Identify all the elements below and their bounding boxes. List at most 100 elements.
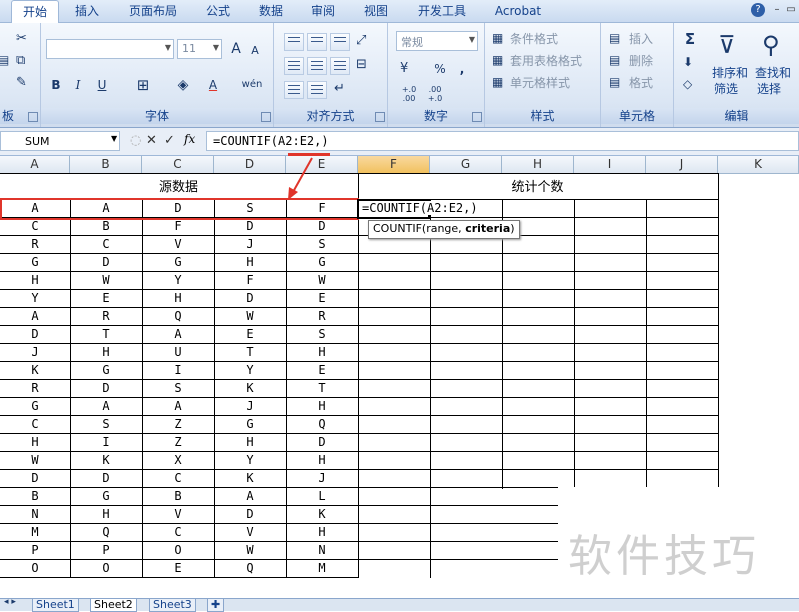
table-cell[interactable]: I bbox=[142, 361, 214, 379]
table-cell[interactable]: G bbox=[70, 487, 142, 505]
table-cell[interactable]: K bbox=[214, 379, 286, 397]
table-cell[interactable]: R bbox=[0, 235, 70, 253]
table-cell[interactable]: J bbox=[286, 469, 358, 487]
align-right-icon[interactable] bbox=[330, 57, 350, 75]
table-cell[interactable]: W bbox=[214, 541, 286, 559]
table-cell[interactable]: Y bbox=[142, 271, 214, 289]
table-cell[interactable]: E bbox=[286, 289, 358, 307]
table-cell[interactable]: Z bbox=[142, 433, 214, 451]
table-cell[interactable]: Y bbox=[0, 289, 70, 307]
decrease-indent-icon[interactable] bbox=[284, 81, 304, 99]
table-cell[interactable]: J bbox=[214, 397, 286, 415]
align-left-icon[interactable] bbox=[284, 57, 304, 75]
fill-color-icon[interactable]: ◈ bbox=[173, 75, 193, 95]
align-top-icon[interactable] bbox=[284, 33, 304, 51]
wrap-text-icon[interactable]: ↵ bbox=[334, 81, 345, 96]
table-cell[interactable]: Q bbox=[142, 307, 214, 325]
table-cell[interactable]: T bbox=[286, 379, 358, 397]
table-cell[interactable]: O bbox=[0, 559, 70, 577]
table-cell[interactable]: Q bbox=[286, 415, 358, 433]
insert-sheet-icon[interactable]: ✚ bbox=[207, 599, 225, 612]
table-cell[interactable]: U bbox=[142, 343, 214, 361]
sheet-tab-2[interactable]: Sheet2 bbox=[90, 599, 137, 612]
sort-filter-label-2[interactable]: 筛选 bbox=[714, 81, 738, 97]
table-cell[interactable]: P bbox=[0, 541, 70, 559]
increase-decimal-icon[interactable]: +.0 .00 bbox=[398, 85, 420, 103]
table-cell[interactable]: H bbox=[286, 451, 358, 469]
column-header-f[interactable]: F bbox=[358, 156, 430, 173]
name-box[interactable]: SUM bbox=[0, 131, 120, 151]
comma-button[interactable]: , bbox=[454, 59, 470, 79]
table-cell[interactable]: S bbox=[70, 415, 142, 433]
table-cell[interactable]: R bbox=[70, 307, 142, 325]
tab-insert[interactable]: 插入 bbox=[67, 0, 107, 22]
table-cell[interactable]: D bbox=[70, 379, 142, 397]
table-cell[interactable]: S bbox=[286, 235, 358, 253]
table-cell[interactable]: R bbox=[286, 307, 358, 325]
table-cell[interactable]: L bbox=[286, 487, 358, 505]
underline-button[interactable]: U bbox=[93, 75, 111, 95]
alignment-launcher-icon[interactable] bbox=[375, 112, 385, 122]
column-header-c[interactable]: C bbox=[142, 156, 214, 173]
tooltip-bold-arg[interactable]: criteria bbox=[465, 222, 510, 235]
table-cell[interactable]: H bbox=[286, 397, 358, 415]
table-cell[interactable]: A bbox=[0, 307, 70, 325]
table-cell[interactable]: H bbox=[286, 343, 358, 361]
align-bottom-icon[interactable] bbox=[330, 33, 350, 51]
table-cell[interactable]: Y bbox=[214, 451, 286, 469]
table-cell[interactable]: C bbox=[142, 523, 214, 541]
column-header-a[interactable]: A bbox=[0, 156, 70, 173]
align-center-icon[interactable] bbox=[307, 57, 327, 75]
table-cell[interactable]: S bbox=[142, 379, 214, 397]
format-as-table-button[interactable]: 套用表格格式 bbox=[510, 53, 582, 69]
table-cell[interactable]: E bbox=[214, 325, 286, 343]
table-cell[interactable]: Y bbox=[214, 361, 286, 379]
tab-review[interactable]: 审阅 bbox=[303, 0, 343, 22]
table-cell[interactable]: S bbox=[286, 325, 358, 343]
font-size-combo[interactable]: 11 ▼ bbox=[177, 39, 222, 59]
table-cell[interactable]: Q bbox=[70, 523, 142, 541]
table-cell[interactable]: Q bbox=[214, 559, 286, 577]
table-cell[interactable]: O bbox=[70, 559, 142, 577]
cell-styles-button[interactable]: 单元格样式 bbox=[510, 75, 570, 91]
table-cell[interactable]: E bbox=[286, 361, 358, 379]
column-header-i[interactable]: I bbox=[574, 156, 646, 173]
cancel-formula-button[interactable]: ✕ bbox=[146, 133, 157, 148]
table-cell[interactable]: K bbox=[286, 505, 358, 523]
currency-icon[interactable]: ¥ bbox=[400, 61, 408, 76]
table-cell[interactable]: V bbox=[214, 523, 286, 541]
table-cell[interactable]: H bbox=[0, 433, 70, 451]
find-select-label-2[interactable]: 选择 bbox=[757, 81, 781, 97]
shrink-font-button[interactable]: A bbox=[247, 41, 263, 61]
table-cell[interactable]: A bbox=[142, 397, 214, 415]
sheet-tab-1[interactable]: Sheet1 bbox=[32, 599, 79, 612]
table-cell[interactable]: A bbox=[214, 487, 286, 505]
table-cell[interactable]: H bbox=[214, 253, 286, 271]
enter-formula-button[interactable]: ✓ bbox=[164, 133, 175, 148]
table-cell[interactable]: H bbox=[0, 271, 70, 289]
table-cell[interactable]: I bbox=[70, 433, 142, 451]
table-cell[interactable]: A bbox=[70, 397, 142, 415]
table-cell[interactable]: N bbox=[0, 505, 70, 523]
paste-icon[interactable]: ▤ bbox=[0, 53, 9, 67]
format-button[interactable]: 格式 bbox=[629, 75, 653, 91]
font-launcher-icon[interactable] bbox=[261, 112, 271, 122]
fill-icon[interactable]: ⬇ bbox=[683, 55, 693, 69]
help-icon[interactable]: ? bbox=[751, 3, 765, 17]
table-cell[interactable]: C bbox=[142, 469, 214, 487]
table-cell[interactable]: B bbox=[142, 487, 214, 505]
table-cell[interactable]: K bbox=[0, 361, 70, 379]
cell-edit-text[interactable]: =COUNTIF(A2:E2,) bbox=[362, 201, 478, 215]
table-cell[interactable]: M bbox=[0, 523, 70, 541]
table-cell[interactable]: G bbox=[70, 361, 142, 379]
percent-button[interactable]: % bbox=[432, 59, 448, 79]
table-cell[interactable]: D bbox=[214, 505, 286, 523]
autosum-button[interactable]: Σ bbox=[682, 29, 698, 49]
column-header-d[interactable]: D bbox=[214, 156, 286, 173]
decrease-decimal-icon[interactable]: .00 +.0 bbox=[424, 85, 446, 103]
column-header-h[interactable]: H bbox=[502, 156, 574, 173]
phonetic-button[interactable]: wén bbox=[237, 75, 267, 95]
column-header-b[interactable]: B bbox=[70, 156, 142, 173]
find-select-label-1[interactable]: 查找和 bbox=[755, 65, 791, 81]
cut-icon[interactable]: ✂ bbox=[16, 31, 27, 46]
